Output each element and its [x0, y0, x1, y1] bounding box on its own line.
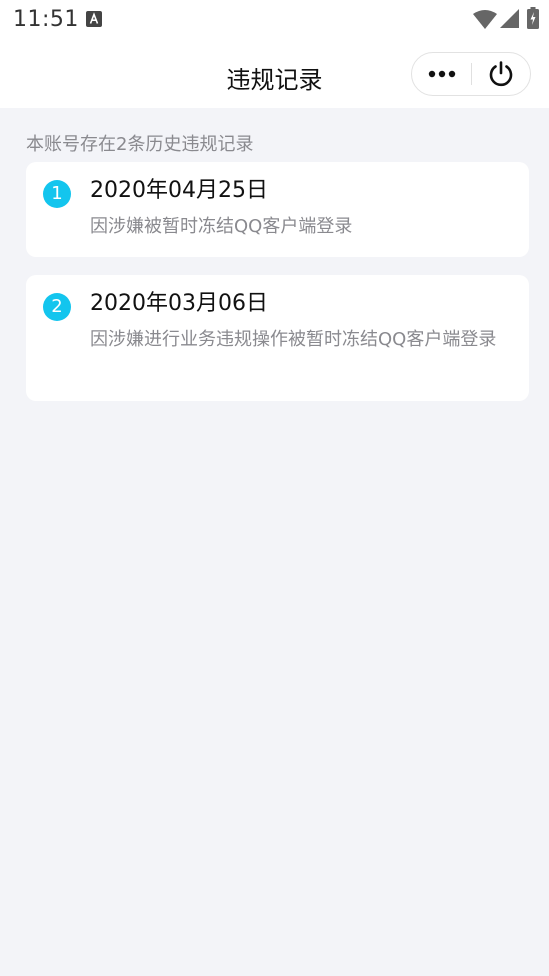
- close-button[interactable]: [472, 53, 530, 95]
- battery-icon: [527, 7, 539, 29]
- record-date: 2020年03月06日: [90, 291, 268, 316]
- record-card: 2 2020年03月06日 因涉嫌进行业务违规操作被暂时冻结QQ客户端登录: [26, 275, 529, 401]
- record-description: 因涉嫌被暂时冻结QQ客户端登录: [90, 216, 353, 237]
- more-icon: [428, 70, 455, 78]
- record-card: 1 2020年04月25日 因涉嫌被暂时冻结QQ客户端登录: [26, 162, 529, 257]
- record-date: 2020年04月25日: [90, 178, 268, 203]
- mini-program-capsule: [411, 52, 531, 96]
- record-summary: 本账号存在2条历史违规记录: [26, 134, 254, 155]
- status-bar: 11:51: [0, 0, 549, 40]
- status-time: 11:51: [13, 7, 79, 32]
- record-index-badge: 2: [43, 293, 71, 321]
- power-icon: [489, 61, 513, 87]
- a-notification-icon: [86, 11, 102, 27]
- record-list: 1 2020年04月25日 因涉嫌被暂时冻结QQ客户端登录 2 2020年03月…: [26, 162, 529, 419]
- more-button[interactable]: [412, 53, 471, 95]
- record-description: 因涉嫌进行业务违规操作被暂时冻结QQ客户端登录: [90, 329, 497, 350]
- record-index-badge: 1: [43, 180, 71, 208]
- signal-icon: [500, 9, 519, 28]
- nav-bar: 违规记录: [0, 40, 549, 108]
- wifi-icon: [473, 10, 497, 29]
